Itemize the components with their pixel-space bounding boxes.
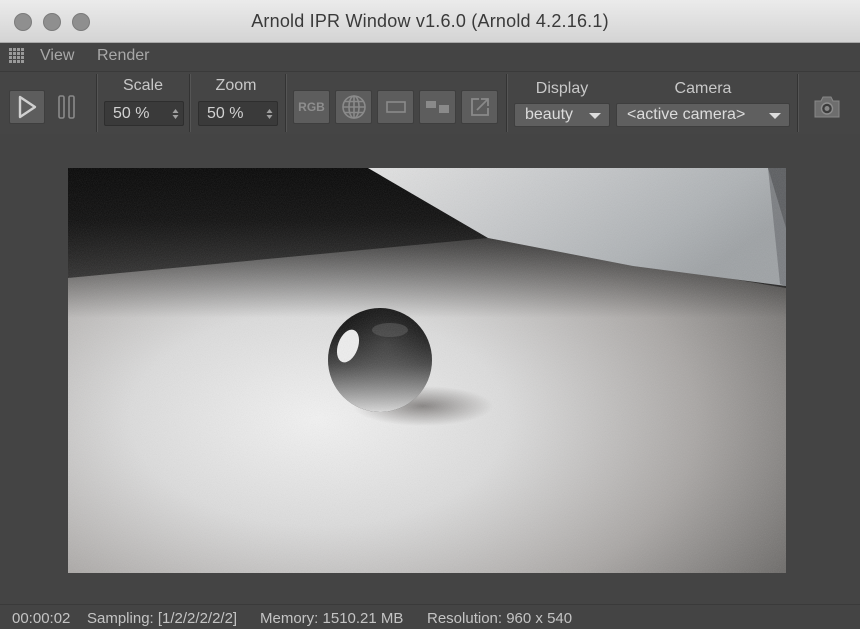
window-title-bar: Arnold IPR Window v1.6.0 (Arnold 4.2.16.… xyxy=(0,0,860,43)
render-image[interactable] xyxy=(68,168,786,573)
compare-button[interactable] xyxy=(419,90,456,124)
chevron-down-icon xyxy=(589,113,601,119)
pause-render-button[interactable] xyxy=(52,90,82,124)
globe-icon xyxy=(341,95,366,119)
zoom-label: Zoom xyxy=(215,77,257,94)
start-render-button[interactable] xyxy=(9,90,45,124)
rendered-scene-image xyxy=(68,168,786,573)
memory-info: Memory: 1510.21 MB xyxy=(260,610,404,627)
scale-label: Scale xyxy=(122,77,164,94)
camera-dropdown[interactable]: <active camera> xyxy=(616,103,790,127)
render-viewport[interactable] xyxy=(0,134,860,604)
scale-value: 50 % xyxy=(113,105,150,122)
rgb-channel-button[interactable]: RGB xyxy=(293,90,330,124)
menu-render[interactable]: Render xyxy=(97,47,149,65)
toolbar-separator xyxy=(96,74,98,132)
toolbar-separator xyxy=(189,74,191,132)
resolution-info: Resolution: 960 x 540 xyxy=(427,610,573,627)
sampling-info: Sampling: [1/2/2/2/2/2] xyxy=(87,610,238,627)
spin-arrows-icon[interactable] xyxy=(266,108,273,120)
display-aov-dropdown[interactable]: beauty xyxy=(514,103,610,127)
camera-label: Camera xyxy=(674,80,732,97)
status-bar: 00:00:02 Sampling: [1/2/2/2/2/2] Memory:… xyxy=(0,604,860,629)
scale-spinbox[interactable]: 50 % xyxy=(104,101,184,126)
menu-view[interactable]: View xyxy=(40,47,74,65)
pause-icon xyxy=(58,95,75,119)
compare-icon xyxy=(425,101,449,113)
display-label: Display xyxy=(535,80,589,97)
tear-off-grid-icon[interactable] xyxy=(9,48,25,64)
crop-region-button[interactable] xyxy=(377,90,414,124)
zoom-value: 50 % xyxy=(207,105,244,122)
toolbar: Scale 50 % Zoom 50 % RGB Display beauty … xyxy=(0,71,860,135)
region-icon xyxy=(385,101,406,113)
menu-bar: View Render xyxy=(0,43,860,69)
window-title: Arnold IPR Window v1.6.0 (Arnold 4.2.16.… xyxy=(251,11,609,31)
snapshot-button[interactable] xyxy=(807,92,847,122)
zoom-spinbox[interactable]: 50 % xyxy=(198,101,278,126)
play-icon xyxy=(18,95,37,119)
export-button[interactable] xyxy=(461,90,498,124)
camera-snapshot-icon xyxy=(814,96,840,118)
chevron-down-icon xyxy=(769,113,781,119)
display-value: beauty xyxy=(525,106,574,123)
globe-button[interactable] xyxy=(335,90,372,124)
rgb-channel-icon: RGB xyxy=(298,100,325,114)
spin-arrows-icon[interactable] xyxy=(172,108,179,120)
render-time: 00:00:02 xyxy=(12,610,71,627)
export-icon xyxy=(470,98,489,116)
toolbar-separator xyxy=(797,74,799,132)
toolbar-separator xyxy=(506,74,508,132)
toolbar-separator xyxy=(285,74,287,132)
camera-value: <active camera> xyxy=(627,106,746,123)
